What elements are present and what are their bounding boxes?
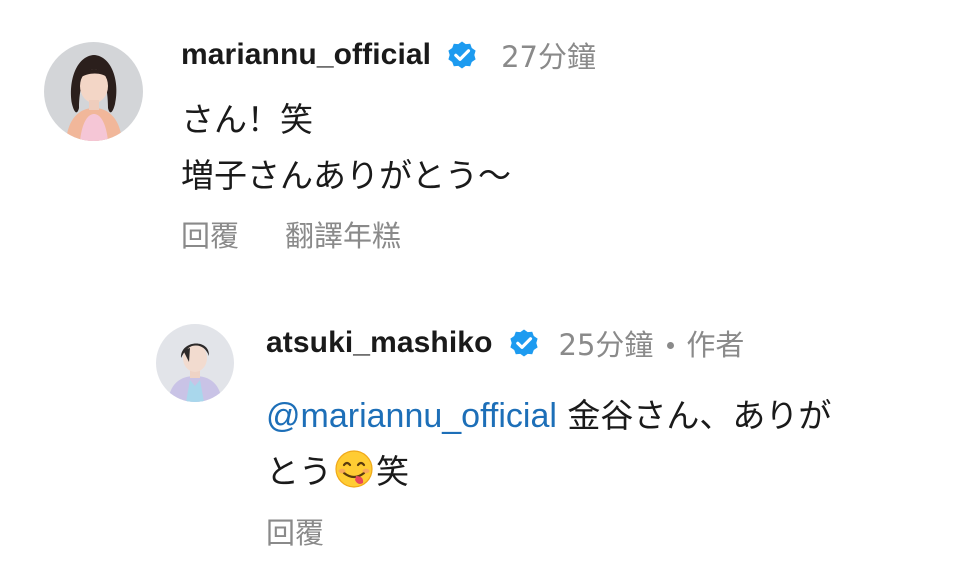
username[interactable]: atsuki_mashiko <box>266 326 493 360</box>
comment-text: @mariannu_official 金谷さん、ありが とう 笑 <box>266 388 831 500</box>
separator-dot <box>667 341 675 349</box>
avatar[interactable] <box>156 324 234 402</box>
comment-text: さん！笑 増子さんありがとう〜 <box>181 92 511 204</box>
avatar[interactable] <box>44 42 143 141</box>
comment-text-segment: 笑 <box>376 452 409 491</box>
author-label: 作者 <box>686 328 745 362</box>
username[interactable]: mariannu_official <box>181 38 431 72</box>
comment-text-segment: 金谷さん、ありが <box>556 396 832 435</box>
comment-line: さん！笑 <box>181 100 313 139</box>
comment-header: mariannu_official 27分鐘 <box>181 34 596 76</box>
comment-header: atsuki_mashiko 25分鐘 作者 <box>266 322 744 364</box>
mention-link[interactable]: @mariannu_official <box>266 397 557 435</box>
timestamp: 25分鐘 <box>558 328 654 362</box>
avatar-image <box>44 42 143 141</box>
comment-actions: 回覆 翻譯年糕 <box>181 213 401 255</box>
comment: mariannu_official 27分鐘 さん！笑 増子さんありがとう〜 回… <box>0 0 964 270</box>
reply-comment: atsuki_mashiko 25分鐘 作者 @mariannu_officia… <box>0 300 964 585</box>
comment-text-segment: とう <box>266 452 332 491</box>
comment-actions: 回覆 <box>266 510 324 552</box>
comment-line: とう 笑 <box>266 444 831 500</box>
translate-button[interactable]: 翻譯年糕 <box>285 213 401 255</box>
face-savoring-food-emoji <box>335 450 373 488</box>
reply-button[interactable]: 回覆 <box>266 510 324 552</box>
timestamp: 27分鐘 <box>501 40 596 74</box>
avatar-image <box>156 324 234 402</box>
reply-button[interactable]: 回覆 <box>181 213 239 255</box>
comment-line: 増子さんありがとう〜 <box>181 156 511 195</box>
verified-badge-icon <box>448 41 476 69</box>
comment-line: @mariannu_official 金谷さん、ありが <box>266 388 831 444</box>
verified-badge-icon <box>509 329 538 357</box>
comment-thread: mariannu_official 27分鐘 さん！笑 増子さんありがとう〜 回… <box>0 0 964 585</box>
